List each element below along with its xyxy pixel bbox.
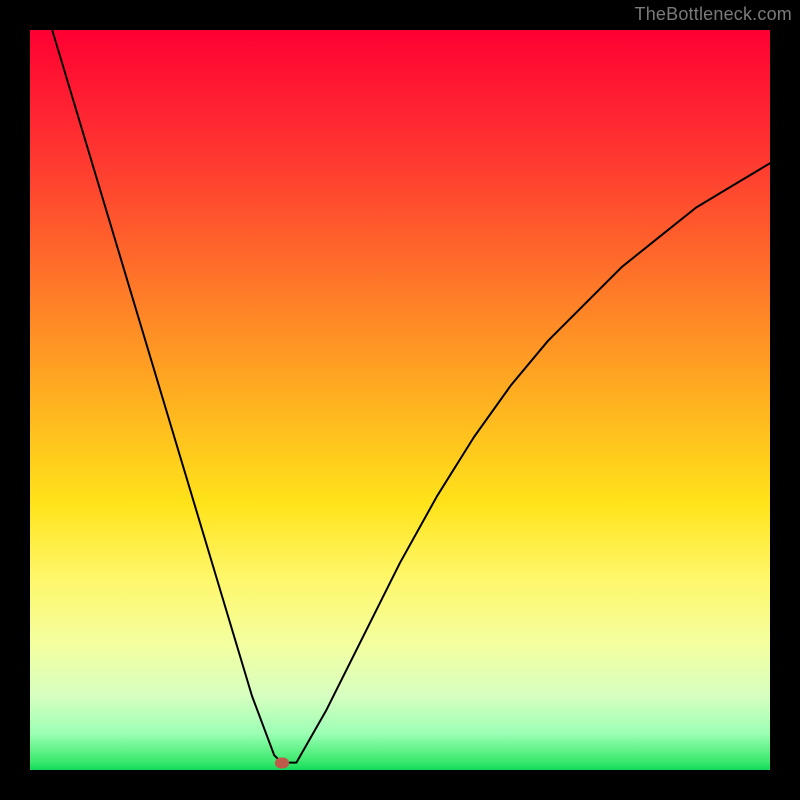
plot-area (30, 30, 770, 770)
bottleneck-curve (52, 30, 770, 763)
watermark-text: TheBottleneck.com (635, 4, 792, 25)
minimum-marker (275, 757, 289, 768)
chart-stage: TheBottleneck.com (0, 0, 800, 800)
curve-svg (30, 30, 770, 770)
